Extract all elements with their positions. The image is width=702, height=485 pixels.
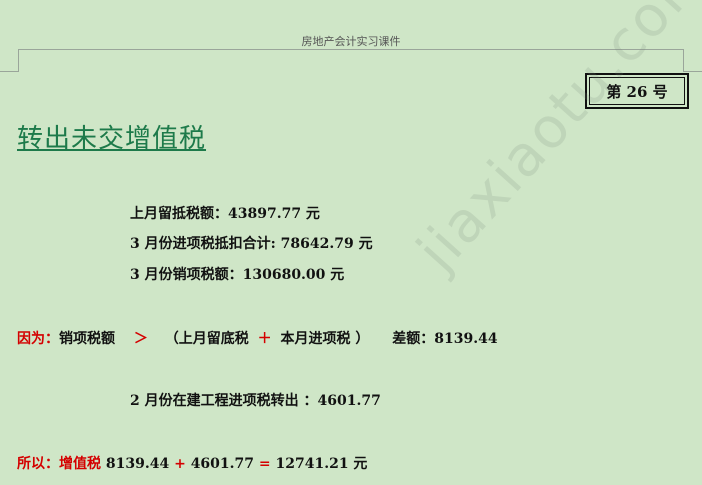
therefore-line: 所以：增值税 8139.44 + 4601.77 = 12741.21 元 — [17, 453, 367, 473]
therefore-equals: = — [258, 456, 271, 472]
header-rule — [18, 49, 684, 50]
because-label: 因为： — [17, 331, 59, 347]
header-corner-right — [683, 49, 702, 72]
plus-sign: ＋ — [257, 331, 272, 347]
therefore-label: 所以： — [17, 456, 59, 472]
because-previous-credit: （上月留底税 — [164, 331, 249, 347]
therefore-vat: 增值税 — [59, 456, 101, 472]
because-difference: 差额：8139.44 — [392, 331, 498, 347]
page-number-text: 第 26 号 — [589, 77, 685, 105]
therefore-n1: 8139.44 — [105, 456, 170, 472]
therefore-plus: + — [174, 456, 186, 472]
therefore-result: 12741.21 元 — [275, 456, 368, 472]
because-line: 因为：销项税额 ＞ （上月留底税 ＋ 本月进项税 ） 差额：8139.44 — [17, 328, 498, 348]
page-number-badge: 第 26 号 — [585, 73, 689, 109]
header-title: 房地产会计实习课件 — [301, 35, 401, 48]
therefore-n2: 4601.77 — [190, 456, 255, 472]
slide-title: 转出未交增值税 — [17, 124, 207, 154]
greater-than-sign: ＞ — [133, 331, 148, 347]
line-input-tax-total: 3 月份进项税抵扣合计: 78642.79 元 — [130, 236, 373, 252]
line-previous-credit: 上月留抵税额：43897.77 元 — [130, 206, 320, 222]
line-output-tax: 3 月份销项税额：130680.00 元 — [130, 267, 345, 283]
line-construction-transfer: 2 月份在建工程进项税转出 ：4601.77 — [130, 393, 381, 409]
because-output-tax: 销项税额 — [59, 331, 115, 347]
header-corner-left — [0, 49, 19, 72]
because-current-input: 本月进项税 ） — [280, 331, 370, 347]
